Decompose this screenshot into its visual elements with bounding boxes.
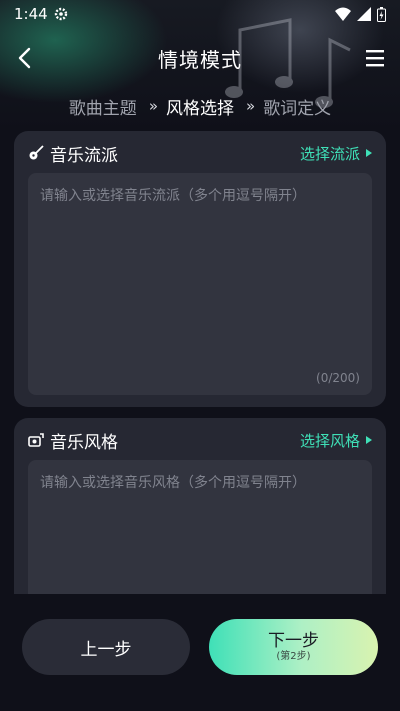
battery-icon bbox=[377, 6, 386, 22]
select-genre-link[interactable]: 选择流派 bbox=[300, 143, 372, 164]
genre-input[interactable]: 请输入或选择音乐流派（多个用逗号隔开） (0/200) bbox=[28, 173, 372, 395]
step-indicator: 歌曲主题 » 风格选择 » 歌词定义 bbox=[0, 92, 400, 120]
style-placeholder: 请输入或选择音乐风格（多个用逗号隔开） bbox=[40, 475, 306, 491]
step-song-theme: 歌曲主题 bbox=[68, 98, 137, 119]
app-header: 情境模式 bbox=[0, 36, 400, 80]
genre-placeholder: 请输入或选择音乐流派（多个用逗号隔开） bbox=[40, 188, 306, 204]
bottom-action-bar: 上一步 下一步 (第2步) bbox=[0, 594, 400, 711]
style-title: 音乐风格 bbox=[50, 432, 118, 453]
select-genre-label: 选择流派 bbox=[299, 144, 360, 163]
previous-step-button[interactable]: 上一步 bbox=[22, 619, 190, 675]
previous-step-label: 上一步 bbox=[80, 639, 132, 660]
style-card: 音乐风格 选择风格 请输入或选择音乐风格（多个用逗号隔开） bbox=[14, 418, 386, 594]
guitar-icon bbox=[29, 145, 44, 160]
music-style-icon bbox=[28, 433, 44, 447]
play-arrow-icon bbox=[366, 149, 372, 157]
form-scroll-area[interactable]: 音乐流派 选择流派 请输入或选择音乐流派（多个用逗号隔开） (0/200) 音乐… bbox=[14, 131, 386, 594]
play-arrow-icon bbox=[366, 436, 372, 444]
next-step-subtitle: (第2步) bbox=[276, 651, 311, 662]
wifi-icon bbox=[335, 7, 351, 21]
status-bar: 1:44 bbox=[0, 0, 400, 28]
step-separator: » bbox=[148, 97, 158, 115]
signal-icon bbox=[357, 7, 371, 21]
select-style-label: 选择风格 bbox=[299, 431, 360, 450]
style-input[interactable]: 请输入或选择音乐风格（多个用逗号隔开） bbox=[28, 460, 372, 594]
menu-icon[interactable] bbox=[364, 48, 386, 68]
genre-title: 音乐流派 bbox=[50, 145, 118, 166]
next-step-label: 下一步 bbox=[268, 631, 319, 651]
select-style-link[interactable]: 选择风格 bbox=[300, 430, 372, 451]
genre-card: 音乐流派 选择流派 请输入或选择音乐流派（多个用逗号隔开） (0/200) bbox=[14, 131, 386, 407]
page-title: 情境模式 bbox=[158, 47, 242, 72]
step-style-selection: 风格选择 bbox=[166, 98, 234, 119]
status-time: 1:44 bbox=[14, 5, 48, 23]
step-lyrics-definition: 歌词定义 bbox=[263, 98, 332, 119]
step-separator: » bbox=[246, 97, 255, 115]
back-arrow-icon[interactable] bbox=[14, 46, 38, 70]
genre-char-counter: (0/200) bbox=[316, 371, 360, 385]
gear-icon bbox=[54, 7, 67, 21]
next-step-button[interactable]: 下一步 (第2步) bbox=[209, 619, 378, 675]
